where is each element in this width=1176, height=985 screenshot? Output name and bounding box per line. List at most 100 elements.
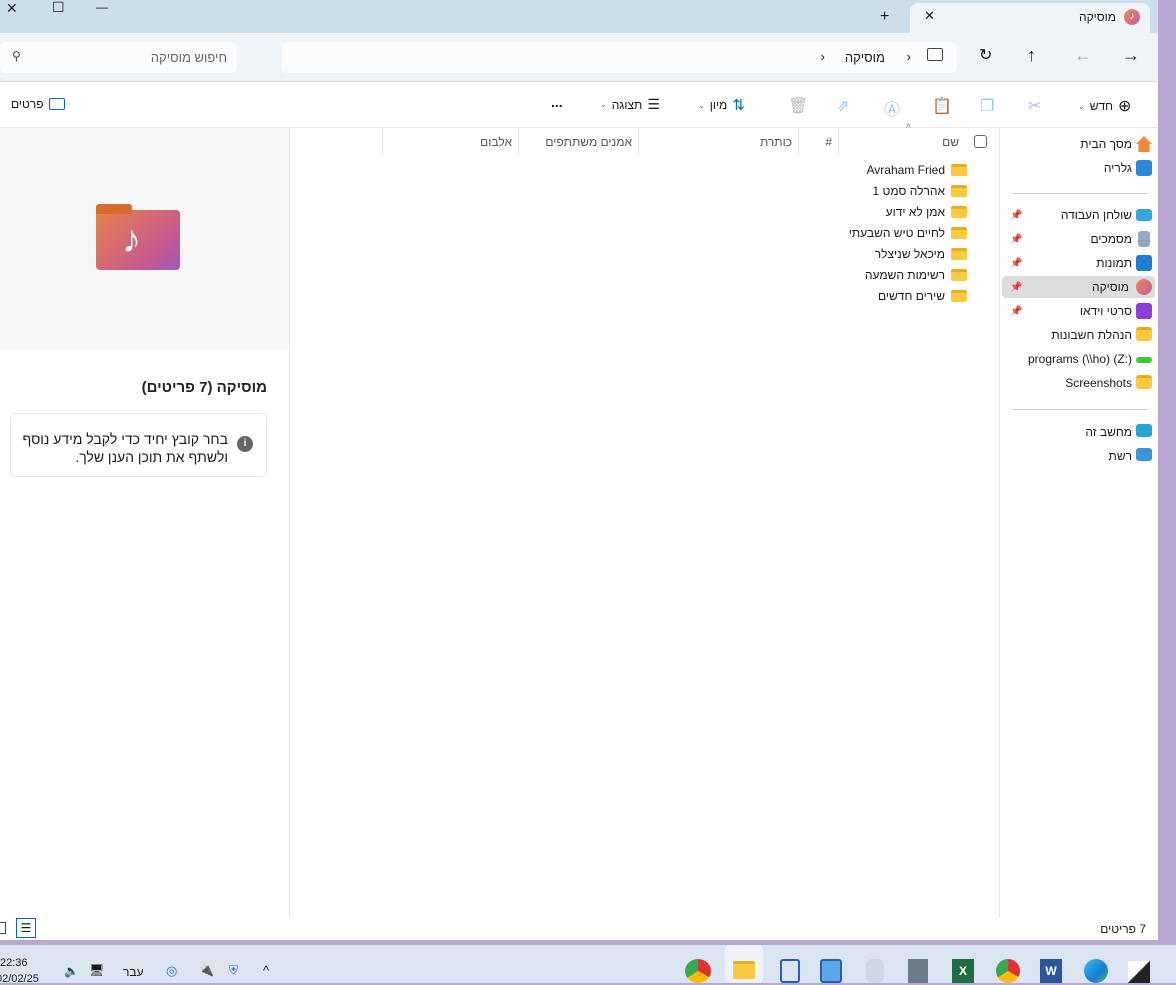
folder-icon <box>951 206 967 218</box>
nav-item-gallery[interactable]: גלריה <box>1002 157 1158 179</box>
nav-item-network[interactable]: רשת <box>1002 445 1158 467</box>
folder-icon <box>951 248 967 260</box>
file-row[interactable]: לחיים טיש השבעתי <box>849 223 967 243</box>
chevron-icon[interactable]: › <box>821 49 825 64</box>
item-count: 7 פריטים <box>1100 922 1146 936</box>
volume-icon[interactable]: 🔈 <box>64 964 79 978</box>
network-icon <box>1136 448 1152 461</box>
nav-label: programs (\\ho) (Z:) <box>1027 352 1132 366</box>
file-name: Avraham Fried <box>866 163 945 177</box>
nav-item-documents[interactable]: 📌 מסמכים <box>1002 228 1158 250</box>
app-icon[interactable] <box>780 959 800 983</box>
file-explorer-taskbar-button[interactable] <box>725 945 763 983</box>
new-tab-button[interactable]: + <box>880 8 889 26</box>
column-header-title[interactable]: כותרת <box>638 128 798 156</box>
nav-item-screenshots[interactable]: Screenshots <box>1002 372 1158 394</box>
nav-item-desktop[interactable]: 📌 שולחן העבודה <box>1002 204 1158 226</box>
divider <box>1012 409 1148 410</box>
music-icon <box>1136 279 1152 295</box>
up-button[interactable]: ↑ <box>1027 45 1036 66</box>
sort-button[interactable]: ⇅ מיון ⌄ <box>698 96 745 114</box>
folder-icon <box>1136 327 1152 341</box>
column-header-artists[interactable]: אמנים משתתפים <box>518 128 638 156</box>
more-options-button[interactable]: ... <box>551 94 563 110</box>
usb-icon[interactable]: 🔌 <box>199 963 214 977</box>
rename-icon[interactable]: Ⓐ <box>884 96 900 120</box>
chevron-down-icon: ⌄ <box>600 100 607 109</box>
tiles-view-button[interactable] <box>0 922 6 934</box>
refresh-button[interactable]: ↻ <box>979 45 992 65</box>
word-icon[interactable]: W <box>1040 959 1062 983</box>
file-row[interactable]: אהרלה סמט 1 <box>873 181 967 201</box>
edge-icon[interactable] <box>1084 959 1108 983</box>
file-name: אהרלה סמט 1 <box>872 184 945 198</box>
minimize-button[interactable]: — <box>96 0 108 14</box>
view-button[interactable]: ☰ תצוגה ⌄ <box>600 96 660 113</box>
clock-date[interactable]: 02/02/25 <box>0 973 39 985</box>
column-header-name[interactable]: שם <box>838 128 999 156</box>
computer-icon <box>1136 424 1152 437</box>
file-row[interactable]: מיכאל שניצלר <box>875 244 967 264</box>
share-icon[interactable]: ⇗ <box>836 96 849 116</box>
computer-icon <box>927 48 943 61</box>
pictures-icon <box>1136 255 1152 271</box>
search-input[interactable]: ⚲ חיפוש מוסיקה <box>0 42 237 73</box>
nav-item-music[interactable]: 📌 מוסיקה <box>1002 276 1155 298</box>
network-status-icon[interactable]: 🖥 <box>89 963 104 977</box>
app-icon[interactable] <box>866 959 884 983</box>
new-button[interactable]: ⊕ חדש ⌄ <box>1078 96 1131 116</box>
chevron-down-icon: ⌄ <box>1078 101 1085 111</box>
chrome-icon[interactable] <box>996 959 1020 983</box>
details-view-button[interactable]: ☰ <box>16 918 36 938</box>
app-tray-icon[interactable]: ◎ <box>166 963 177 979</box>
clock-time[interactable]: 22:36 <box>0 957 28 969</box>
toolbar: ⊕ חדש ⌄ ✂ ❐ 📋 Ⓐ ⇗ 🗑 ⇅ מיון ⌄ ☰ תצוגה ⌄ .… <box>0 82 1158 128</box>
nav-label: שולחן העבודה <box>1060 208 1132 222</box>
nav-item-network-drive[interactable]: programs (\\ho) (Z:) <box>1002 348 1158 370</box>
tab-music[interactable]: ✕ מוסיקה ♪ <box>910 3 1150 33</box>
delete-icon[interactable]: 🗑 <box>788 96 808 116</box>
nav-label: Screenshots <box>1065 376 1132 390</box>
nav-item-this-pc[interactable]: מחשב זה <box>1002 421 1158 443</box>
details-pane-button[interactable]: פרטים <box>11 97 65 111</box>
chevron-down-icon: ⌄ <box>698 100 705 110</box>
details-title: מוסיקה (7 פריטים) <box>141 379 267 396</box>
nav-label: מסמכים <box>1090 232 1132 246</box>
divider <box>1012 193 1148 194</box>
forward-button[interactable]: ← <box>1074 45 1092 66</box>
app-icon[interactable] <box>1128 961 1150 983</box>
file-row[interactable]: רשימות השמעה <box>865 265 967 285</box>
file-list: ^ שם # כותרת אמנים משתתפים אלבום Avraham… <box>290 123 999 918</box>
nav-item-home[interactable]: מסך הבית <box>1002 133 1158 155</box>
file-row[interactable]: אמן לא ידוע <box>886 202 967 222</box>
address-bar[interactable]: › מוסיקה › <box>282 42 957 73</box>
app-icon[interactable] <box>820 959 842 983</box>
documents-icon <box>1138 231 1150 247</box>
calculator-icon[interactable] <box>908 959 928 983</box>
column-header-number[interactable]: # <box>798 128 838 156</box>
nav-item-pictures[interactable]: 📌 תמונות <box>1002 252 1158 274</box>
file-row[interactable]: Avraham Fried <box>867 160 967 180</box>
chrome-profile-icon[interactable] <box>685 959 711 983</box>
paste-icon[interactable]: 📋 <box>932 96 952 116</box>
folder-icon <box>951 227 967 239</box>
folder-icon <box>951 164 967 176</box>
nav-item-accounting[interactable]: הנהלת חשבונות <box>1002 324 1158 346</box>
file-row[interactable]: שירים חדשים <box>878 286 967 306</box>
copy-icon[interactable]: ❐ <box>980 96 994 116</box>
info-icon: i <box>237 436 253 452</box>
maximize-button[interactable]: ☐ <box>52 0 65 16</box>
input-language[interactable]: עבר <box>123 965 144 979</box>
excel-icon[interactable]: X <box>952 959 974 983</box>
column-header-album[interactable]: אלבום <box>382 128 518 156</box>
info-text: בחר קובץ יחיד כדי לקבל מידע נוסף ולשתף א… <box>22 431 228 465</box>
close-tab-button[interactable]: ✕ <box>924 8 935 24</box>
nav-item-videos[interactable]: 📌 סרטי וידאו <box>1002 300 1158 322</box>
close-window-button[interactable]: ✕ <box>6 0 18 17</box>
back-button[interactable]: → <box>1122 45 1140 66</box>
cut-icon[interactable]: ✂ <box>1028 96 1041 116</box>
status-bar: 7 פריטים ☰ <box>0 918 1158 940</box>
security-warning-icon[interactable]: ⛨ <box>229 963 238 978</box>
show-hidden-icons-button[interactable]: ^ <box>263 963 269 978</box>
breadcrumb-music[interactable]: מוסיקה <box>845 50 885 65</box>
